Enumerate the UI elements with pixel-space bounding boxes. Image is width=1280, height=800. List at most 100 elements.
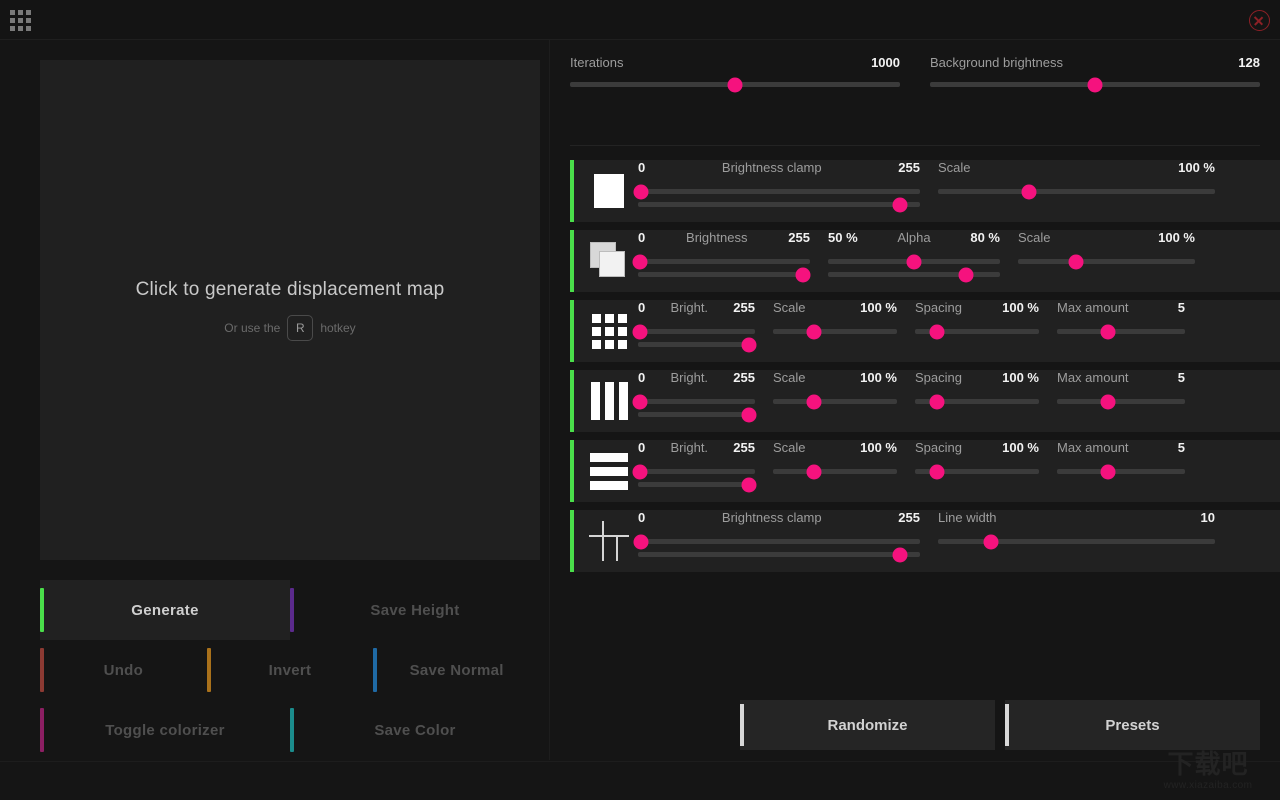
- control-min-track[interactable]: [632, 324, 755, 339]
- control-max-track[interactable]: [638, 547, 920, 562]
- control-min-track[interactable]: [632, 254, 810, 269]
- layer-icon[interactable]: [570, 160, 638, 222]
- control-label: Alpha: [897, 230, 931, 245]
- control-max-track[interactable]: [638, 197, 920, 212]
- toggle-colorizer-button[interactable]: Toggle colorizer: [40, 700, 290, 760]
- dot-grid-icon: [591, 313, 627, 349]
- control-max-track[interactable]: [638, 337, 757, 352]
- randomize-button[interactable]: Randomize: [740, 700, 995, 750]
- control-max-value: 80 %: [970, 230, 1000, 245]
- control-max-knob[interactable]: [795, 267, 811, 282]
- control-min-knob[interactable]: [633, 534, 649, 549]
- control-value: 10: [1200, 510, 1215, 525]
- control-min-knob[interactable]: [632, 464, 648, 479]
- layer-row[interactable]: 0 Brightness clamp 255 Scale 100 %: [570, 160, 1280, 222]
- button-label: Save Height: [370, 601, 460, 619]
- layer-row[interactable]: 0 Bright. 255 Scale 100 % Spacing 100 % Max amo…: [570, 440, 1280, 502]
- control-knob[interactable]: [929, 324, 945, 339]
- control-track[interactable]: [938, 534, 1215, 549]
- control-min-track[interactable]: [632, 464, 755, 479]
- background-knob[interactable]: [1087, 77, 1103, 92]
- layer-accent-bar: [570, 370, 574, 432]
- control-knob[interactable]: [983, 534, 999, 549]
- undo-button[interactable]: Undo: [40, 640, 207, 700]
- control-knob[interactable]: [1068, 254, 1084, 269]
- control-track[interactable]: [773, 324, 897, 339]
- control-knob[interactable]: [806, 394, 822, 409]
- control-track[interactable]: [1057, 464, 1185, 479]
- close-circle-icon[interactable]: [1249, 10, 1270, 31]
- background-track[interactable]: [930, 77, 1260, 92]
- control-max-track[interactable]: [638, 407, 757, 422]
- button-label: Save Normal: [409, 661, 504, 679]
- control-brightness-clamp: 0 Brightness clamp 255: [633, 510, 938, 572]
- control-max-knob[interactable]: [741, 337, 757, 352]
- control-knob[interactable]: [929, 464, 945, 479]
- control-min-knob[interactable]: [633, 184, 649, 199]
- control-knob[interactable]: [1100, 394, 1116, 409]
- layer-icon[interactable]: [570, 440, 638, 502]
- app-window: Click to generate displacement map Or us…: [0, 0, 1280, 800]
- invert-button[interactable]: Invert: [206, 640, 374, 700]
- control-min-track[interactable]: [633, 534, 920, 549]
- control-brightness: 0 Brightness 255: [632, 230, 828, 292]
- save-height-button[interactable]: Save Height: [290, 580, 540, 640]
- control-max-track[interactable]: [638, 267, 811, 282]
- control-knob[interactable]: [1100, 324, 1116, 339]
- left-panel: Click to generate displacement map Or us…: [0, 40, 550, 800]
- control-label: Max amount: [1057, 440, 1129, 455]
- control-max-knob[interactable]: [892, 197, 908, 212]
- control-track[interactable]: [1018, 254, 1195, 269]
- control-knob[interactable]: [929, 394, 945, 409]
- control-track[interactable]: [915, 394, 1039, 409]
- control-track[interactable]: [773, 464, 897, 479]
- layer-icon[interactable]: [570, 300, 638, 362]
- control-value: 100 %: [1002, 370, 1039, 385]
- control-track[interactable]: [915, 464, 1039, 479]
- layer-icon[interactable]: [570, 510, 638, 572]
- control-track[interactable]: [915, 324, 1039, 339]
- control-max-knob[interactable]: [892, 547, 908, 562]
- control-max-value: 255: [898, 510, 920, 525]
- control-min-knob[interactable]: [632, 394, 648, 409]
- layer-icon[interactable]: [570, 370, 638, 432]
- layer-row[interactable]: 0 Brightness 255 50 % Alpha 80 % Scale 100 %: [570, 230, 1280, 292]
- iterations-knob[interactable]: [727, 77, 743, 92]
- control-header: Max amount 5: [1057, 440, 1185, 460]
- control-max-knob[interactable]: [958, 267, 974, 282]
- control-min-track[interactable]: [828, 254, 1000, 269]
- right-panel: Iterations 1000 Background brightness 12…: [550, 40, 1280, 800]
- control-min-track[interactable]: [632, 394, 755, 409]
- control-min-knob[interactable]: [906, 254, 922, 269]
- control-max-knob[interactable]: [741, 477, 757, 492]
- control-max-track[interactable]: [828, 267, 1000, 282]
- layer-icon[interactable]: [570, 230, 638, 292]
- control-max-track[interactable]: [638, 477, 757, 492]
- iterations-track[interactable]: [570, 77, 900, 92]
- control-knob[interactable]: [806, 464, 822, 479]
- solid-square-icon: [594, 174, 624, 208]
- grid-apps-icon[interactable]: [10, 10, 31, 31]
- control-track[interactable]: [938, 184, 1215, 199]
- grid-dot: [26, 18, 31, 23]
- control-min-knob[interactable]: [632, 324, 648, 339]
- generate-button[interactable]: Generate: [40, 580, 290, 640]
- control-max-knob[interactable]: [741, 407, 757, 422]
- control-track[interactable]: [1057, 394, 1185, 409]
- control-knob[interactable]: [806, 324, 822, 339]
- control-min-knob[interactable]: [632, 254, 648, 269]
- layer-row[interactable]: 0 Bright. 255 Scale 100 % Spacing 100 % Max amo…: [570, 370, 1280, 432]
- control-knob[interactable]: [1100, 464, 1116, 479]
- control-track[interactable]: [1057, 324, 1185, 339]
- control-knob[interactable]: [1021, 184, 1037, 199]
- save-normal-button[interactable]: Save Normal: [373, 640, 540, 700]
- presets-button[interactable]: Presets: [1005, 700, 1260, 750]
- displacement-map-preview[interactable]: Click to generate displacement map Or us…: [40, 60, 540, 560]
- layer-row[interactable]: 0 Brightness clamp 255 Line width 10: [570, 510, 1280, 572]
- control-track[interactable]: [773, 394, 897, 409]
- control-min-track[interactable]: [633, 184, 920, 199]
- control-alpha: 50 % Alpha 80 %: [828, 230, 1018, 292]
- layer-row[interactable]: 0 Bright. 255 Scale 100 % Spacing 100 % Max amo…: [570, 300, 1280, 362]
- control-scale: Scale 100 %: [938, 160, 1233, 222]
- save-color-button[interactable]: Save Color: [290, 700, 540, 760]
